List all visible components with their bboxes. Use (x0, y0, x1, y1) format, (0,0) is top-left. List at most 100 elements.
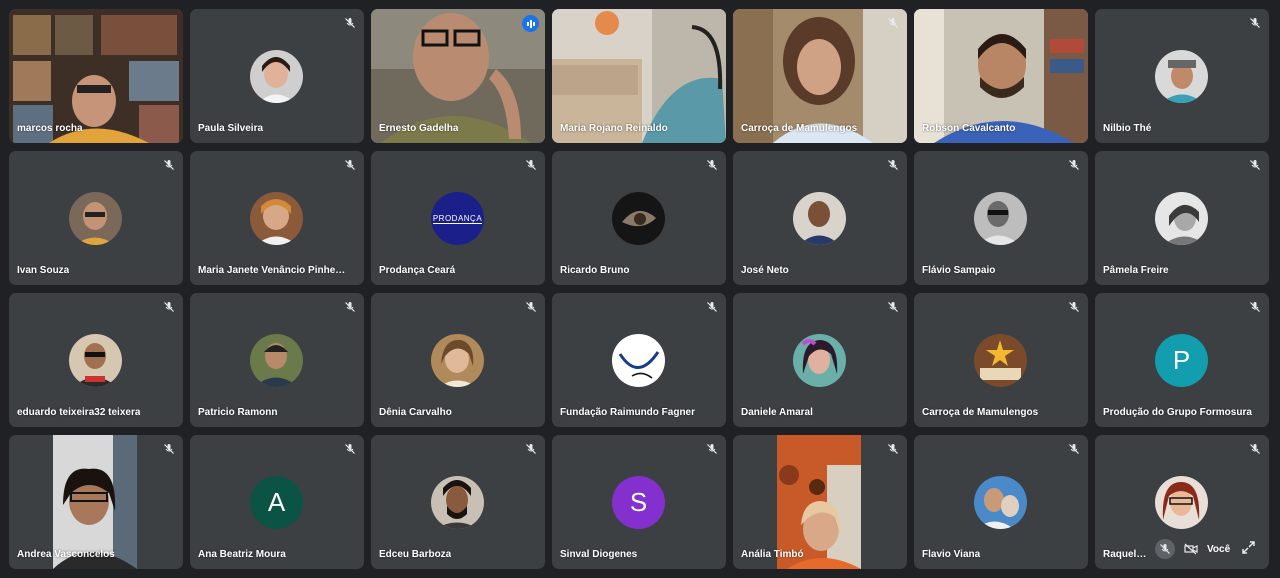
avatar (250, 192, 303, 245)
mic-off-icon (161, 441, 177, 457)
mic-off-icon (342, 157, 358, 173)
avatar (1155, 50, 1208, 103)
participant-name: Paula Silveira (198, 123, 264, 134)
participant-name: José Neto (741, 265, 789, 276)
participant-name: Pâmela Freire (1103, 265, 1169, 276)
avatar (250, 50, 303, 103)
mic-off-icon (523, 157, 539, 173)
participant-tile-fundacao-raimundo-fagner[interactable]: Fundação Raimundo Fagner (552, 293, 726, 427)
participant-tile-daniele-amaral[interactable]: Daniele Amaral (733, 293, 907, 427)
participant-name: Patricio Ramonn (198, 407, 278, 418)
mic-off-icon (885, 157, 901, 173)
participant-tile-edceu-barboza[interactable]: Edceu Barboza (371, 435, 545, 569)
participant-tile-prodanca-ceara[interactable]: PRODANÇA Prodança Ceará (371, 151, 545, 285)
participant-tile-pamela-freire[interactable]: Pâmela Freire (1095, 151, 1269, 285)
mic-off-icon (885, 15, 901, 31)
participant-name: Andrea Vasconcelos (17, 549, 115, 560)
mic-off-icon (1066, 441, 1082, 457)
participant-name: Prodança Ceará (379, 265, 456, 276)
participant-tile-andrea-vasconcelos[interactable]: Andrea Vasconcelos (9, 435, 183, 569)
participant-tile-ernesto-gadelha[interactable]: Ernesto Gadelha (371, 9, 545, 143)
participant-tile-producao-grupo-formosura[interactable]: P Produção do Grupo Formosura (1095, 293, 1269, 427)
mic-off-icon (342, 15, 358, 31)
avatar (69, 334, 122, 387)
participant-name: Produção do Grupo Formosura (1103, 407, 1252, 418)
participant-name: Maria Janete Venâncio Pinheiro V... (198, 265, 348, 276)
mic-off-icon (523, 299, 539, 315)
participant-name: Ivan Souza (17, 265, 70, 276)
mic-off-icon (885, 441, 901, 457)
avatar (69, 192, 122, 245)
participant-name: Daniele Amaral (741, 407, 813, 418)
participant-tile-maria-janete[interactable]: Maria Janete Venâncio Pinheiro V... (190, 151, 364, 285)
participant-name: marcos rocha (17, 123, 83, 134)
participant-tile-ana-beatriz-moura[interactable]: A Ana Beatriz Moura (190, 435, 364, 569)
participant-tile-analia-timbo[interactable]: Anália Timbó (733, 435, 907, 569)
mic-off-icon (1066, 299, 1082, 315)
participant-tile-flavio-viana[interactable]: Flavio Viana (914, 435, 1088, 569)
avatar (793, 334, 846, 387)
participant-tile-maria-rojano-reinaldo[interactable]: Maria Rojano Reinaldo (552, 9, 726, 143)
mic-off-icon (1247, 157, 1263, 173)
mic-off-icon (704, 299, 720, 315)
participant-tile-ivan-souza[interactable]: Ivan Souza (9, 151, 183, 285)
avatar (1155, 192, 1208, 245)
participant-name: Robson Cavalcanto (922, 123, 1016, 134)
participant-tile-nilbio-the[interactable]: Nilbio Thé (1095, 9, 1269, 143)
participant-tile-marcos-rocha[interactable]: marcos rocha (9, 9, 183, 143)
participant-name: Flavio Viana (922, 549, 981, 560)
participant-tile-paula-silveira[interactable]: Paula Silveira (190, 9, 364, 143)
avatar (974, 192, 1027, 245)
participant-tile-ricardo-bruno[interactable]: Ricardo Bruno (552, 151, 726, 285)
participant-tile-denia-carvalho[interactable]: Dênia Carvalho (371, 293, 545, 427)
participant-tile-carroca-de-mamulengos-1[interactable]: Carroça de Mamulengos (733, 9, 907, 143)
participant-name: Carroça de Mamulengos (741, 123, 858, 134)
mic-off-icon (704, 441, 720, 457)
fundacao-logo (612, 334, 665, 387)
avatar (793, 192, 846, 245)
mic-off-icon (523, 441, 539, 457)
participant-name: Flávio Sampaio (922, 265, 996, 276)
participant-name: Fundação Raimundo Fagner (560, 407, 696, 418)
self-label: Você (1207, 543, 1231, 555)
mic-off-icon[interactable] (1155, 539, 1175, 559)
participant-grid: marcos rocha Paula Silveira Ernesto Gade… (9, 9, 1269, 569)
mic-off-icon (1247, 441, 1263, 457)
participant-tile-eduardo-teixeira[interactable]: eduardo teixeira32 teixera (9, 293, 183, 427)
participant-name: Raquel Hon (1103, 549, 1147, 560)
letter-avatar: S (612, 476, 665, 529)
prodanca-logo: PRODANÇA (431, 192, 484, 245)
participant-tile-jose-neto[interactable]: José Neto (733, 151, 907, 285)
participant-name: Dênia Carvalho (379, 407, 452, 418)
participant-name: Ernesto Gadelha (379, 123, 459, 134)
participant-name: Ana Beatriz Moura (198, 549, 286, 560)
avatar (974, 476, 1027, 529)
avatar (612, 192, 665, 245)
mic-off-icon (1066, 157, 1082, 173)
participant-name: eduardo teixeira32 teixera (17, 407, 141, 418)
participant-tile-carroca-de-mamulengos-2[interactable]: Carroça de Mamulengos (914, 293, 1088, 427)
camera-off-icon[interactable] (1181, 539, 1201, 559)
avatar (1155, 476, 1208, 529)
participant-tile-flavio-sampaio[interactable]: Flávio Sampaio (914, 151, 1088, 285)
participant-name: Maria Rojano Reinaldo (560, 123, 668, 134)
mic-off-icon (885, 299, 901, 315)
carroca-logo (974, 334, 1027, 387)
mic-off-icon (161, 299, 177, 315)
mic-off-icon (1247, 15, 1263, 31)
mic-off-icon (161, 157, 177, 173)
participant-tile-sinval-diogenes[interactable]: S Sinval Diogenes (552, 435, 726, 569)
participant-name: Sinval Diogenes (560, 549, 638, 560)
mic-off-icon (342, 441, 358, 457)
participant-name: Ricardo Bruno (560, 265, 630, 276)
avatar (250, 334, 303, 387)
mic-off-icon (704, 157, 720, 173)
participant-name: Carroça de Mamulengos (922, 407, 1039, 418)
participant-tile-patricio-ramonn[interactable]: Patricio Ramonn (190, 293, 364, 427)
participant-name: Nilbio Thé (1103, 123, 1152, 134)
speaking-indicator-icon (522, 15, 539, 32)
expand-icon[interactable] (1240, 539, 1256, 555)
avatar (431, 334, 484, 387)
participant-tile-robson-cavalcanto[interactable]: Robson Cavalcanto (914, 9, 1088, 143)
avatar (431, 476, 484, 529)
